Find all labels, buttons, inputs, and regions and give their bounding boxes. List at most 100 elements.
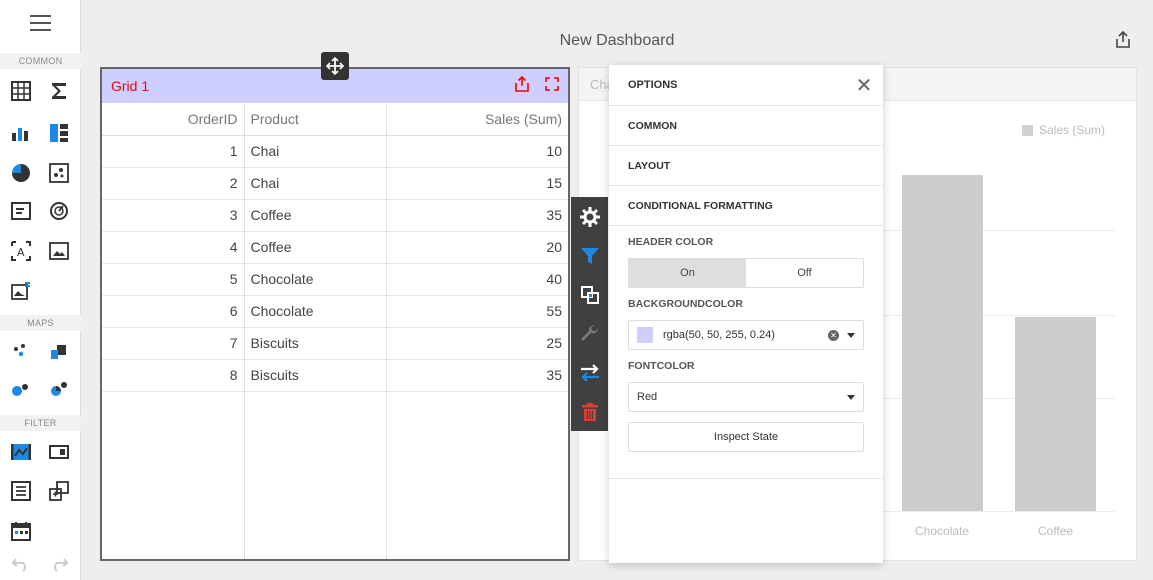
options-title: OPTIONS <box>628 79 678 91</box>
font-color-select[interactable]: Red <box>628 382 864 412</box>
cell-product: Biscuits <box>244 327 387 360</box>
toggle-on-button[interactable]: On <box>629 259 746 287</box>
treemap-tool-icon[interactable] <box>48 122 70 144</box>
settings-gear-icon[interactable] <box>571 197 608 236</box>
list-box-tool-icon[interactable] <box>10 480 32 502</box>
chart-bar-chocolate <box>902 175 983 511</box>
cell-order-id: 3 <box>102 199 245 232</box>
wrench-icon[interactable] <box>571 314 608 353</box>
bg-color-label: BACKGROUNDCOLOR <box>628 298 743 310</box>
item-side-toolbar <box>571 197 608 431</box>
chart-legend: Sales (Sum) <box>1022 123 1105 137</box>
color-swatch <box>637 327 653 343</box>
bg-color-picker[interactable]: rgba(50, 50, 255, 0.24) ✕ <box>628 320 864 350</box>
redo-icon[interactable] <box>48 553 70 575</box>
move-handle-icon[interactable] <box>321 52 349 80</box>
column-header[interactable]: Sales (Sum) <box>386 103 568 136</box>
tree-view-tool-icon[interactable] <box>48 480 70 502</box>
export-icon[interactable] <box>1114 30 1132 54</box>
chevron-down-icon[interactable] <box>847 394 855 400</box>
column-header[interactable]: Product <box>244 103 387 136</box>
table-row[interactable]: 7 Biscuits 25 <box>102 327 568 360</box>
cell-product: Coffee <box>244 199 387 232</box>
range-filter-tool-icon[interactable] <box>10 441 32 463</box>
close-icon[interactable]: ✕ <box>845 73 883 98</box>
table-row[interactable]: 4 Coffee 20 <box>102 231 568 264</box>
cell-product: Chocolate <box>244 263 387 296</box>
header-color-toggle: On Off <box>628 258 864 288</box>
section-common[interactable]: COMMON <box>609 106 883 146</box>
cell-product: Coffee <box>244 231 387 264</box>
options-header: OPTIONS ✕ <box>609 65 883 106</box>
cell-order-id: 1 <box>102 135 245 168</box>
pie-tool-icon[interactable] <box>10 162 32 184</box>
group-header-common: COMMON <box>0 53 81 69</box>
options-panel: OPTIONS ✕ COMMON LAYOUT CONDITIONAL FORM… <box>609 65 883 563</box>
legend-swatch <box>1022 124 1033 136</box>
convert-icon[interactable] <box>571 275 608 314</box>
cell-sales: 35 <box>386 359 568 392</box>
grid-tool-icon[interactable] <box>10 80 32 102</box>
cell-sales: 40 <box>386 263 568 296</box>
cell-product: Chai <box>244 167 387 200</box>
geo-point-map-tool-icon[interactable] <box>10 340 32 362</box>
image-tool-icon[interactable] <box>48 240 70 262</box>
chevron-down-icon[interactable] <box>847 332 855 338</box>
cell-order-id: 4 <box>102 231 245 264</box>
pie-map-tool-icon[interactable] <box>48 378 70 400</box>
table-row[interactable]: 2 Chai 15 <box>102 167 568 200</box>
card-tool-icon[interactable] <box>10 200 32 222</box>
svg-text:A: A <box>17 246 25 259</box>
section-layout[interactable]: LAYOUT <box>609 146 883 186</box>
cell-order-id: 6 <box>102 295 245 328</box>
cell-sales: 20 <box>386 231 568 264</box>
table-row[interactable]: 8 Biscuits 35 <box>102 359 568 392</box>
table-row[interactable]: 1 Chai 10 <box>102 135 568 168</box>
x-label-chocolate: Chocolate <box>915 524 970 538</box>
options-divider <box>609 478 883 479</box>
cell-product: Chocolate <box>244 295 387 328</box>
maximize-icon[interactable] <box>544 76 560 97</box>
bar-chart-tool-icon[interactable] <box>10 122 32 144</box>
cell-sales: 10 <box>386 135 568 168</box>
sum-tool-icon[interactable] <box>48 80 70 102</box>
text-box-tool-icon[interactable]: A <box>10 240 32 262</box>
group-header-filter: FILTER <box>0 415 81 431</box>
filter-icon[interactable] <box>571 236 608 275</box>
choropleth-map-tool-icon[interactable] <box>48 340 70 362</box>
cell-product: Chai <box>244 135 387 168</box>
combo-box-tool-icon[interactable] <box>48 441 70 463</box>
table-row[interactable]: 5 Chocolate 40 <box>102 263 568 296</box>
clear-icon[interactable]: ✕ <box>828 329 839 341</box>
bubble-map-tool-icon[interactable] <box>10 378 32 400</box>
menu-icon[interactable] <box>30 15 51 32</box>
cell-sales: 35 <box>386 199 568 232</box>
table-row[interactable]: 6 Chocolate 55 <box>102 295 568 328</box>
cell-order-id: 5 <box>102 263 245 296</box>
cell-order-id: 8 <box>102 359 245 392</box>
font-color-label: FONTCOLOR <box>628 360 695 372</box>
toggle-off-button[interactable]: Off <box>746 259 863 287</box>
grid-table: OrderID Product Sales (Sum) 1 Chai 10 2 Cha… <box>102 103 568 392</box>
section-conditional-formatting[interactable]: CONDITIONAL FORMATTING <box>609 186 883 226</box>
delete-icon[interactable] <box>571 392 608 431</box>
group-header-maps: MAPS <box>0 315 81 331</box>
gauge-tool-icon[interactable] <box>48 200 70 222</box>
interactivity-icon[interactable] <box>571 353 608 392</box>
toolbox: COMMON A MAPS FILTER <box>0 0 81 580</box>
column-header[interactable]: OrderID <box>102 103 245 136</box>
date-filter-tool-icon[interactable] <box>10 520 32 542</box>
undo-icon[interactable] <box>10 553 32 575</box>
bg-color-value: rgba(50, 50, 255, 0.24) <box>663 329 775 341</box>
cell-sales: 55 <box>386 295 568 328</box>
grid-header-row: OrderID Product Sales (Sum) <box>102 103 568 136</box>
cell-order-id: 7 <box>102 327 245 360</box>
table-row[interactable]: 3 Coffee 35 <box>102 199 568 232</box>
inspect-state-button[interactable]: Inspect State <box>628 422 864 452</box>
scatter-tool-icon[interactable] <box>48 162 70 184</box>
grid-export-icon[interactable] <box>514 75 530 97</box>
grid-item[interactable]: Grid 1 OrderID Product Sales (Sum) 1 Chai… <box>100 67 570 561</box>
header-color-label: HEADER COLOR <box>628 236 714 248</box>
x-label-coffee: Coffee <box>1038 524 1074 538</box>
bound-image-tool-icon[interactable] <box>10 280 32 302</box>
